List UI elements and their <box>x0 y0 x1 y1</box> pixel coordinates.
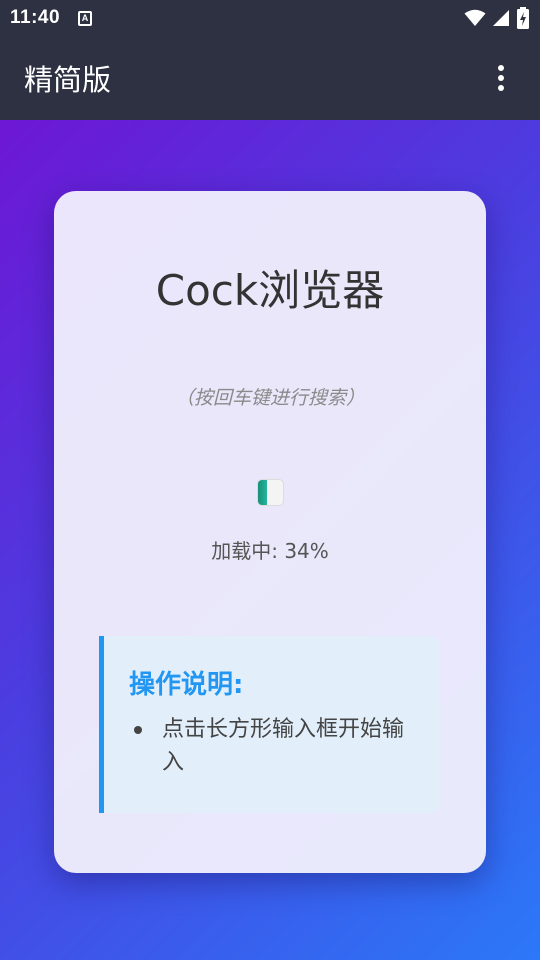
instructions-title: 操作说明: <box>129 670 244 700</box>
more-vert-icon <box>498 65 504 71</box>
more-vert-icon-dot <box>498 75 504 81</box>
more-options-button[interactable] <box>486 56 516 100</box>
app-title: 精简版 <box>24 63 112 97</box>
status-bar: 11:40 A <box>0 0 540 36</box>
notification-icon: A <box>78 10 93 26</box>
instructions-list: 点击长方形输入框开始输入 <box>132 713 422 779</box>
loading-text: 加载中: 34% <box>211 539 329 563</box>
battery-charging-icon <box>517 7 529 29</box>
page-title: Cock浏览器 <box>155 266 385 315</box>
search-hint: （按回车键进行搜索） <box>174 387 365 409</box>
list-item: 点击长方形输入框开始输入 <box>132 713 422 779</box>
loading-indicator <box>257 479 284 506</box>
browser-card: Cock浏览器 （按回车键进行搜索） 加载中: 34% 操作说明: 点击长方形输… <box>54 191 486 873</box>
signal-icon <box>493 10 509 26</box>
status-icons <box>464 7 530 29</box>
wifi-icon <box>464 9 486 26</box>
status-time: 11:40 <box>10 7 61 28</box>
instructions-panel: 操作说明: 点击长方形输入框开始输入 <box>99 636 439 813</box>
page-content: Cock浏览器 （按回车键进行搜索） 加载中: 34% 操作说明: 点击长方形输… <box>0 120 540 960</box>
loading-progress-fill <box>258 480 267 505</box>
app-bar: 精简版 <box>0 36 540 120</box>
more-vert-icon-dot <box>498 85 504 91</box>
